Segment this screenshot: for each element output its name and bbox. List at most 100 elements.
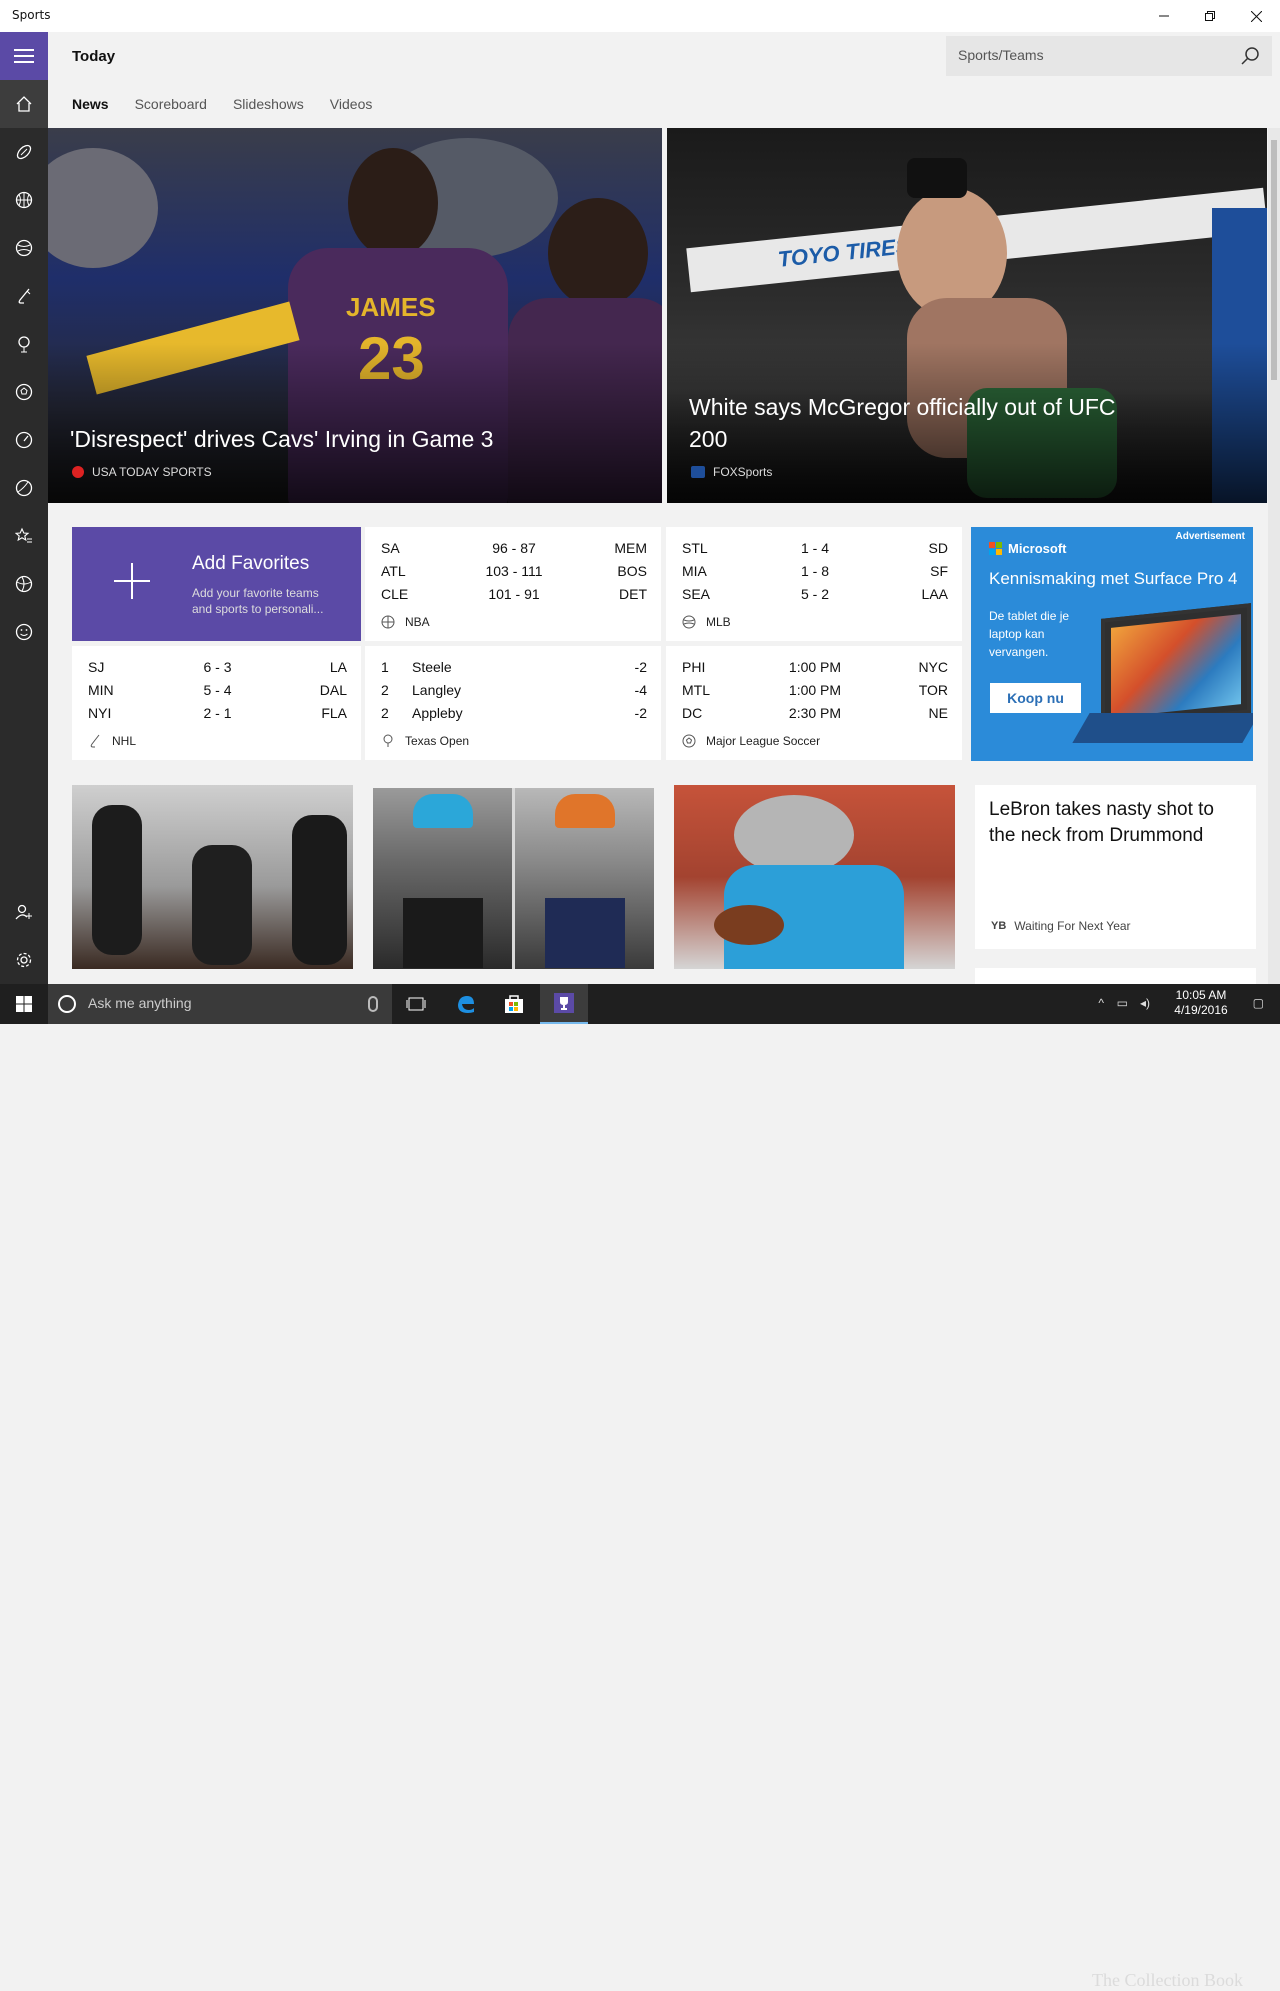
microphone-icon[interactable] — [368, 996, 378, 1012]
player-head — [348, 148, 438, 258]
ad-cta-button[interactable]: Koop nu — [990, 683, 1081, 713]
nav-fun[interactable] — [0, 608, 48, 656]
tab-bar: News Scoreboard Slideshows Videos — [72, 96, 372, 112]
player-silhouette — [92, 805, 142, 955]
surface-laptop-image — [1101, 603, 1251, 729]
jersey — [545, 898, 625, 968]
score-row: NYI 2 - 1 FLA — [88, 705, 347, 721]
cap — [555, 794, 615, 828]
nav-football[interactable] — [0, 128, 48, 176]
football-icon — [16, 144, 32, 160]
hero-headline: White says McGregor officially out of UF… — [689, 394, 1116, 452]
restore-button[interactable] — [1187, 0, 1233, 32]
nav-settings[interactable] — [0, 936, 48, 984]
minimize-button[interactable] — [1141, 0, 1187, 32]
scrollbar-thumb[interactable] — [1271, 140, 1277, 380]
nav-account[interactable] — [0, 888, 48, 936]
task-view-button[interactable] — [392, 984, 440, 1024]
notifications-icon[interactable]: ▢ — [1253, 996, 1264, 1010]
advertisement-tile[interactable]: Advertisement Microsoft Kennismaking met… — [971, 527, 1253, 761]
jersey — [403, 898, 483, 968]
league-label: Texas Open — [381, 734, 469, 748]
page-title: Today — [72, 48, 116, 65]
foxsports-logo-icon — [691, 466, 705, 478]
player-silhouette — [192, 845, 252, 965]
schedule-row: MTL 1:00 PM TOR — [682, 682, 948, 698]
watermark-text: The Collection Book — [1092, 1970, 1243, 1990]
ad-label: Advertisement — [1175, 531, 1245, 542]
league-label: MLB — [682, 615, 731, 629]
nav-baseball[interactable] — [0, 224, 48, 272]
nav-more-sports[interactable] — [0, 560, 48, 608]
clock[interactable]: 10:05 AM 4/19/2016 — [1166, 988, 1236, 1018]
leaderboard-row: 1 Steele -2 — [381, 659, 647, 675]
scoreboard-golf[interactable]: 1 Steele -2 2 Langley -4 2 Appleby -2 Texas Op… — [365, 646, 661, 760]
golf-icon — [383, 734, 393, 747]
cap — [413, 794, 473, 828]
close-icon — [1250, 10, 1262, 22]
news-card[interactable]: LeBron takes nasty shot to the neck from… — [975, 785, 1256, 949]
nav-hockey[interactable] — [0, 272, 48, 320]
ball-icon — [15, 575, 33, 593]
add-favorites-subtitle: Add your favorite teams and sports to pe… — [192, 586, 324, 616]
cortana-placeholder: Ask me anything — [88, 995, 192, 1011]
tab-news[interactable]: News — [72, 96, 109, 112]
tab-slideshows[interactable]: Slideshows — [233, 96, 304, 112]
system-tray: ^ ▭ ◂) 10:05 AM 4/19/2016 ▢ — [1080, 984, 1280, 1024]
surface-keyboard-image — [1072, 713, 1253, 743]
vertical-scrollbar[interactable] — [1268, 128, 1280, 984]
tab-scoreboard[interactable]: Scoreboard — [135, 96, 207, 112]
hero-background-crowd — [48, 148, 158, 268]
home-icon — [16, 96, 32, 112]
trophy-icon — [554, 993, 574, 1013]
search-box[interactable]: Sports/Teams — [946, 36, 1272, 76]
sports-app-button[interactable] — [540, 984, 588, 1024]
nav-golf[interactable] — [0, 320, 48, 368]
hero-story-cavs[interactable]: JAMES 23 'Disrespect' drives Cavs' Irvin… — [48, 128, 662, 503]
nav-racing[interactable] — [0, 416, 48, 464]
windows-logo-icon — [16, 996, 32, 1012]
header: Today Sports/Teams News Scoreboard Slide… — [48, 32, 1280, 128]
hockey-icon — [90, 734, 100, 748]
microsoft-logo-icon — [989, 542, 1002, 555]
hero-source: FOXSports — [691, 465, 772, 479]
start-button[interactable] — [0, 984, 48, 1024]
add-favorites-tile[interactable]: Add Favorites Add your favorite teams an… — [72, 527, 361, 641]
nav-basketball[interactable] — [0, 176, 48, 224]
photo-tile-draft[interactable] — [373, 788, 654, 969]
player-silhouette — [292, 815, 347, 965]
photo-tile-panthers[interactable] — [674, 785, 955, 969]
hero-story-mcgregor[interactable]: TOYO TIRES White says McGregor officiall… — [667, 128, 1267, 503]
arena-banner-text: TOYO TIRES — [776, 233, 912, 272]
chevron-up-icon[interactable]: ^ — [1098, 996, 1104, 1010]
cortana-search-box[interactable]: Ask me anything — [48, 984, 392, 1024]
news-card-partial[interactable] — [975, 968, 1256, 984]
title-bar: Sports — [0, 0, 1280, 32]
volume-icon[interactable]: ◂) — [1140, 996, 1150, 1010]
photo-tile-spurs[interactable] — [72, 785, 353, 969]
jersey-name: JAMES — [346, 292, 436, 322]
minimize-icon — [1159, 15, 1169, 17]
scoreboard-mls[interactable]: PHI 1:00 PM NYC MTL 1:00 PM TOR DC 2:30 PM NE … — [666, 646, 962, 760]
hero-headline: 'Disrespect' drives Cavs' Irving in Game… — [70, 426, 494, 452]
scoreboard-nba[interactable]: SA 96 - 87 MEM ATL 103 - 111 BOS CLE 101 - 91… — [365, 527, 661, 641]
plus-icon — [114, 563, 150, 599]
hamburger-menu-button[interactable] — [0, 32, 48, 80]
nav-tennis[interactable] — [0, 464, 48, 512]
scoreboard-nhl[interactable]: SJ 6 - 3 LA MIN 5 - 4 DAL NYI 2 - 1 FLA NHL — [72, 646, 361, 760]
nav-favorites[interactable] — [0, 512, 48, 560]
nav-soccer[interactable] — [0, 368, 48, 416]
source-logo-icon: YB — [991, 920, 1007, 932]
network-icon[interactable]: ▭ — [1117, 996, 1128, 1010]
player-head — [548, 198, 648, 308]
close-button[interactable] — [1233, 0, 1279, 32]
scoreboard-mlb[interactable]: STL 1 - 4 SD MIA 1 - 8 SF SEA 5 - 2 LAA MLB — [666, 527, 962, 641]
ad-brand: Microsoft — [989, 541, 1067, 556]
speedometer-icon — [15, 431, 33, 449]
search-icon[interactable] — [1240, 46, 1260, 66]
nav-home[interactable] — [0, 80, 48, 128]
tab-videos[interactable]: Videos — [330, 96, 373, 112]
edge-browser-button[interactable] — [442, 984, 490, 1024]
store-button[interactable] — [490, 984, 538, 1024]
taskbar: Ask me anything The Collection Book ^ ▭ … — [0, 984, 1280, 1990]
